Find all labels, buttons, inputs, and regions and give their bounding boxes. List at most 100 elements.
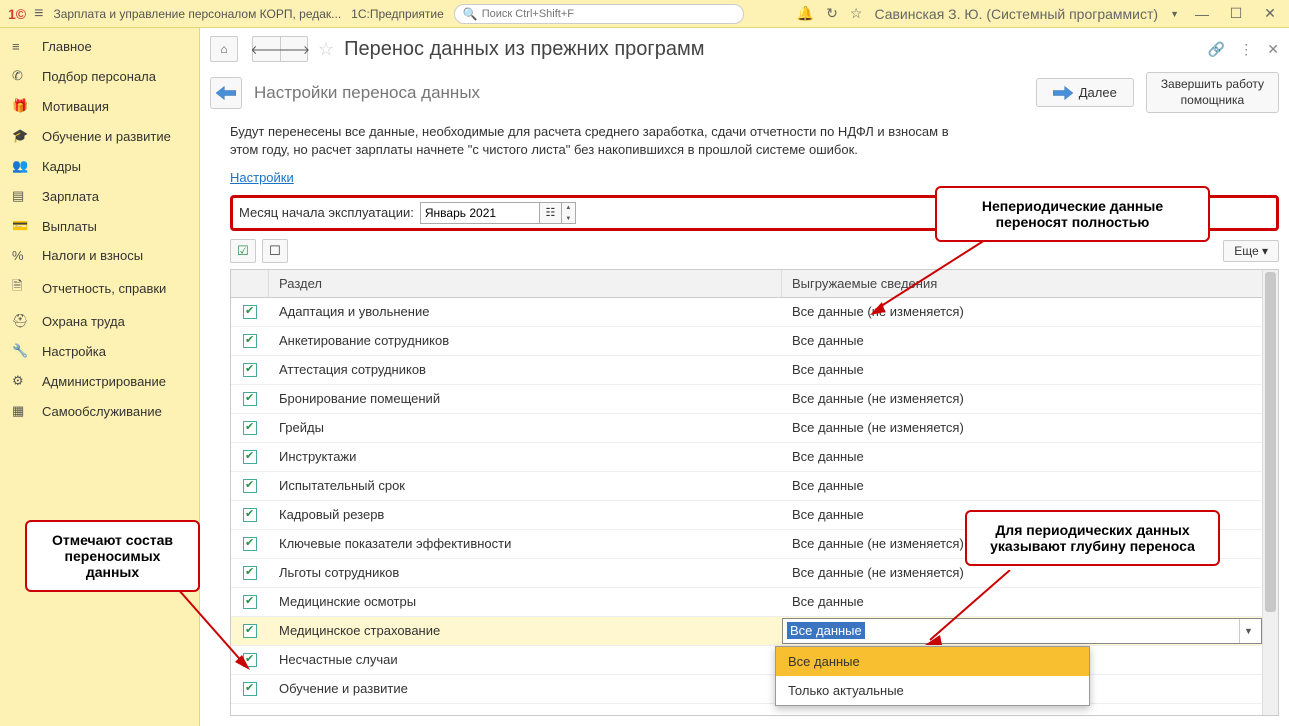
cell-section[interactable]: Кадровый резерв <box>269 507 782 522</box>
checkbox-icon[interactable] <box>243 305 257 319</box>
star-icon[interactable]: ☆ <box>850 5 863 22</box>
nav-forward-button[interactable]: 🡒 <box>280 36 308 62</box>
cell-section[interactable]: Инструктажи <box>269 449 782 464</box>
table-row[interactable]: ИнструктажиВсе данные <box>231 443 1262 472</box>
cell-section[interactable]: Анкетирование сотрудников <box>269 333 782 348</box>
cell-export-active[interactable]: Все данные▼ <box>782 618 1262 644</box>
sidebar-item-0[interactable]: ≡Главное <box>0 32 199 61</box>
cell-export[interactable]: Все данные <box>782 594 1262 609</box>
cell-section[interactable]: Ключевые показатели эффективности <box>269 536 782 551</box>
month-input[interactable] <box>420 202 540 224</box>
more-button[interactable]: Еще ▾ <box>1223 240 1279 262</box>
cell-check[interactable] <box>231 363 269 377</box>
table-row[interactable]: Анкетирование сотрудниковВсе данные <box>231 327 1262 356</box>
cell-section[interactable]: Медицинские осмотры <box>269 594 782 609</box>
user-name[interactable]: Савинская З. Ю. (Системный программист) <box>874 6 1158 22</box>
checkbox-icon[interactable] <box>243 682 257 696</box>
table-row[interactable]: Медицинское страхованиеВсе данные▼ <box>231 617 1262 646</box>
table-row[interactable]: Аттестация сотрудниковВсе данные <box>231 356 1262 385</box>
sidebar-item-1[interactable]: ✆Подбор персонала <box>0 61 199 91</box>
checkbox-icon[interactable] <box>243 508 257 522</box>
cell-section[interactable]: Обучение и развитие <box>269 681 782 696</box>
sidebar-item-7[interactable]: %Налоги и взносы <box>0 241 199 270</box>
checkbox-icon[interactable] <box>243 450 257 464</box>
cell-export[interactable]: Все данные <box>782 333 1262 348</box>
sidebar-item-9[interactable]: ⛑Охрана труда <box>0 306 199 336</box>
link-icon[interactable]: 🔗 <box>1208 41 1225 58</box>
nav-back-button[interactable]: 🡐 <box>252 36 280 62</box>
checkbox-icon[interactable] <box>243 392 257 406</box>
cell-export[interactable]: Все данные (не изменяется) <box>782 565 1262 580</box>
checkbox-icon[interactable] <box>243 624 257 638</box>
cell-check[interactable] <box>231 334 269 348</box>
next-button[interactable]: Далее <box>1036 78 1134 107</box>
cell-check[interactable] <box>231 595 269 609</box>
minimize-button[interactable]: — <box>1191 5 1213 23</box>
table-row[interactable]: Испытательный срокВсе данные <box>231 472 1262 501</box>
cell-export[interactable]: Все данные <box>782 478 1262 493</box>
checkbox-icon[interactable] <box>243 334 257 348</box>
month-spinner[interactable]: ▲▼ <box>562 202 576 224</box>
cell-section[interactable]: Адаптация и увольнение <box>269 304 782 319</box>
cell-export[interactable]: Все данные (не изменяется) <box>782 391 1262 406</box>
table-row[interactable]: Медицинские осмотрыВсе данные <box>231 588 1262 617</box>
cell-section[interactable]: Испытательный срок <box>269 478 782 493</box>
cell-export[interactable]: Все данные <box>782 362 1262 377</box>
calendar-button[interactable]: ☷ <box>540 202 562 224</box>
col-section[interactable]: Раздел <box>269 270 782 297</box>
search-input[interactable] <box>482 8 735 20</box>
sidebar-item-10[interactable]: 🔧Настройка <box>0 336 199 366</box>
dropdown-option-actual[interactable]: Только актуальные <box>776 676 1089 705</box>
cell-check[interactable] <box>231 392 269 406</box>
cell-section[interactable]: Бронирование помещений <box>269 391 782 406</box>
sidebar-item-12[interactable]: ▦Самообслуживание <box>0 396 199 426</box>
cell-check[interactable] <box>231 653 269 667</box>
favorite-star-icon[interactable]: ☆ <box>318 39 334 60</box>
sidebar-item-2[interactable]: 🎁Мотивация <box>0 91 199 121</box>
table-row[interactable]: Бронирование помещенийВсе данные (не изм… <box>231 385 1262 414</box>
settings-link[interactable]: Настройки <box>230 170 1279 185</box>
table-scrollbar[interactable] <box>1262 270 1278 715</box>
table-row[interactable]: Несчастные случаиВсе данные <box>231 646 1262 675</box>
scrollbar-thumb[interactable] <box>1265 272 1276 612</box>
cell-export[interactable]: Все данные <box>782 449 1262 464</box>
history-icon[interactable]: ↻ <box>826 5 838 22</box>
sidebar-item-11[interactable]: ⚙Администрирование <box>0 366 199 396</box>
close-tab-icon[interactable]: ✕ <box>1267 41 1279 58</box>
checkbox-icon[interactable] <box>243 537 257 551</box>
col-export[interactable]: Выгружаемые сведения <box>782 270 1262 297</box>
search-box[interactable]: 🔍 <box>454 4 744 24</box>
close-button[interactable]: ✕ <box>1259 5 1281 23</box>
sidebar-item-3[interactable]: 🎓Обучение и развитие <box>0 121 199 151</box>
checkbox-icon[interactable] <box>243 566 257 580</box>
checkbox-icon[interactable] <box>243 653 257 667</box>
uncheck-all-button[interactable]: ☐ <box>262 239 288 263</box>
cell-check[interactable] <box>231 624 269 638</box>
sidebar-item-6[interactable]: 💳Выплаты <box>0 211 199 241</box>
table-row[interactable]: ГрейдыВсе данные (не изменяется) <box>231 414 1262 443</box>
cell-export[interactable]: Все данные (не изменяется) <box>782 420 1262 435</box>
sidebar-item-5[interactable]: ▤Зарплата <box>0 181 199 211</box>
checkbox-icon[interactable] <box>243 363 257 377</box>
cell-check[interactable] <box>231 421 269 435</box>
sidebar-item-4[interactable]: 👥Кадры <box>0 151 199 181</box>
cell-section[interactable]: Грейды <box>269 420 782 435</box>
burger-icon[interactable]: ≡ <box>34 5 43 23</box>
table-row[interactable]: Обучение и развитиеВсе данные <box>231 675 1262 704</box>
table-row[interactable]: Адаптация и увольнениеВсе данные (не изм… <box>231 298 1262 327</box>
cell-section[interactable]: Медицинское страхование <box>269 623 782 638</box>
check-all-button[interactable]: ☑ <box>230 239 256 263</box>
cell-section[interactable]: Аттестация сотрудников <box>269 362 782 377</box>
dropdown-icon[interactable]: ▼ <box>1170 9 1179 19</box>
cell-check[interactable] <box>231 305 269 319</box>
cell-check[interactable] <box>231 450 269 464</box>
cell-section[interactable]: Льготы сотрудников <box>269 565 782 580</box>
checkbox-icon[interactable] <box>243 421 257 435</box>
sidebar-item-8[interactable]: 🗎Отчетность, справки <box>0 270 199 306</box>
cell-check[interactable] <box>231 537 269 551</box>
maximize-button[interactable]: ☐ <box>1225 5 1247 23</box>
finish-button[interactable]: Завершить работу помощника <box>1146 72 1279 113</box>
cell-check[interactable] <box>231 682 269 696</box>
cell-check[interactable] <box>231 508 269 522</box>
cell-check[interactable] <box>231 566 269 580</box>
